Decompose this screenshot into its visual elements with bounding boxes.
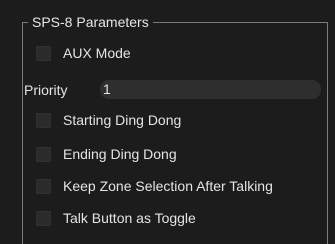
starting-ding-dong-label: Starting Ding Dong [63, 112, 182, 128]
starting-ding-dong-option[interactable]: Starting Ding Dong [36, 109, 181, 131]
talk-button-toggle-option[interactable]: Talk Button as Toggle [36, 207, 196, 229]
ending-ding-dong-option[interactable]: Ending Ding Dong [36, 143, 177, 165]
keep-zone-selection-label: Keep Zone Selection After Talking [63, 178, 273, 194]
keep-zone-selection-option[interactable]: Keep Zone Selection After Talking [36, 175, 273, 197]
group-box-title: SPS-8 Parameters [28, 12, 153, 32]
aux-mode-checkbox[interactable] [36, 45, 51, 61]
starting-ding-dong-checkbox[interactable] [36, 112, 51, 128]
aux-mode-option[interactable]: AUX Mode [36, 42, 131, 64]
talk-button-toggle-label: Talk Button as Toggle [63, 210, 196, 226]
keep-zone-selection-checkbox[interactable] [36, 178, 51, 194]
ending-ding-dong-label: Ending Ding Dong [63, 146, 177, 162]
priority-label: Priority [24, 82, 68, 98]
priority-row: Priority [24, 79, 68, 101]
priority-input[interactable]: 1 [100, 80, 321, 99]
ending-ding-dong-checkbox[interactable] [36, 146, 51, 162]
aux-mode-label: AUX Mode [63, 45, 131, 61]
sps8-parameters-panel: SPS-8 Parameters AUX Mode Priority 1 Sta… [0, 0, 335, 244]
talk-button-toggle-checkbox[interactable] [36, 210, 51, 226]
